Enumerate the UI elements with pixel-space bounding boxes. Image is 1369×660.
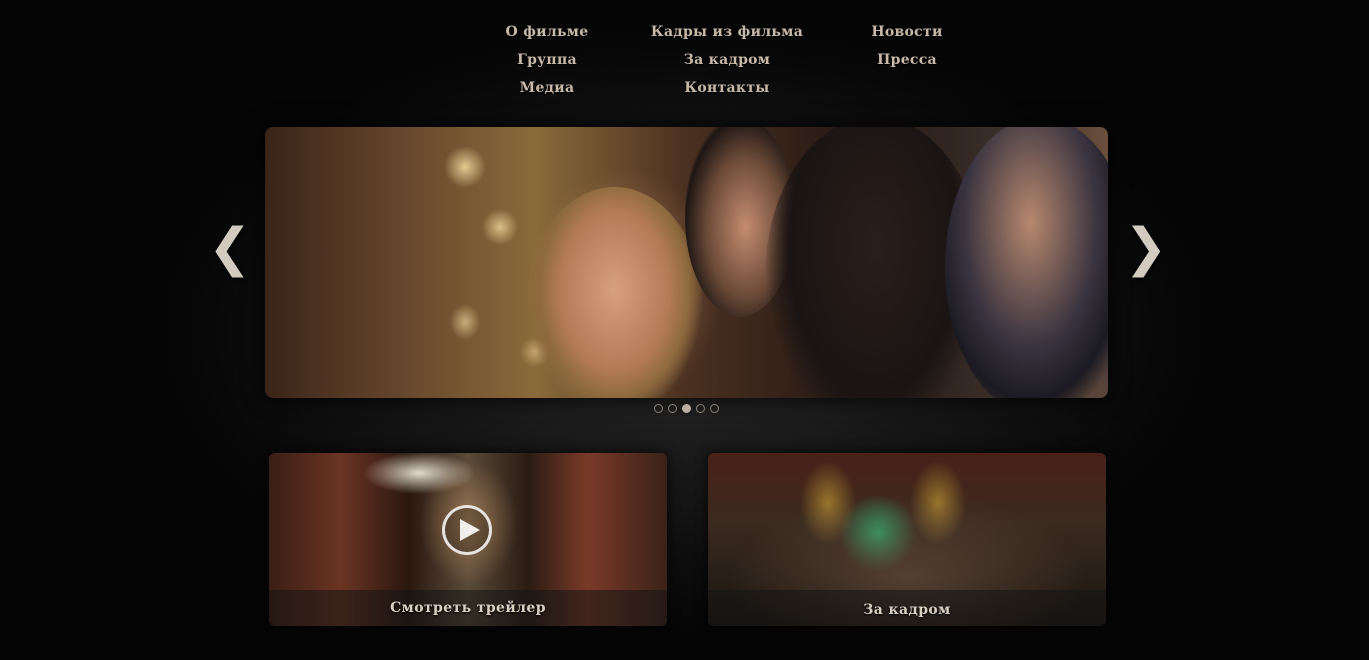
slide-figure-right <box>945 127 1108 398</box>
slider-dot[interactable] <box>709 404 719 413</box>
nav-item-press[interactable]: Пресса <box>877 52 937 68</box>
chevron-left-icon: ❮ <box>208 218 252 278</box>
slider-dot[interactable] <box>653 404 663 413</box>
slider-next-button[interactable]: ❯ <box>1124 222 1168 274</box>
nav-item-team[interactable]: Группа <box>517 52 577 68</box>
play-icon[interactable] <box>442 505 492 555</box>
slider-prev-button[interactable]: ❮ <box>208 222 252 274</box>
nav-item-film-stills[interactable]: Кадры из фильма <box>651 24 803 40</box>
trailer-tile[interactable]: Смотреть трейлер <box>269 453 667 626</box>
behind-scenes-tile[interactable]: За кадром <box>708 453 1106 626</box>
slider-pagination <box>650 404 722 416</box>
nav-item-news[interactable]: Новости <box>871 24 942 40</box>
slider-image <box>265 127 1108 398</box>
behind-scenes-label[interactable]: За кадром <box>708 602 1106 618</box>
nav-item-media[interactable]: Медиа <box>520 80 575 96</box>
chevron-right-icon: ❯ <box>1124 218 1168 278</box>
slide-figure-blonde <box>527 187 702 398</box>
trailer-label[interactable]: Смотреть трейлер <box>269 600 667 616</box>
nav-item-behind-scenes[interactable]: За кадром <box>684 52 771 68</box>
nav-item-about-film[interactable]: О фильме <box>506 24 589 40</box>
page: О фильме Кадры из фильма Новости Группа … <box>0 0 1369 660</box>
slider-dot[interactable] <box>695 404 705 413</box>
nav-item-contacts[interactable]: Контакты <box>684 80 769 96</box>
slider-dot-active[interactable] <box>681 404 691 413</box>
main-nav: О фильме Кадры из фильма Новости Группа … <box>470 20 970 110</box>
slider-dot[interactable] <box>667 404 677 413</box>
